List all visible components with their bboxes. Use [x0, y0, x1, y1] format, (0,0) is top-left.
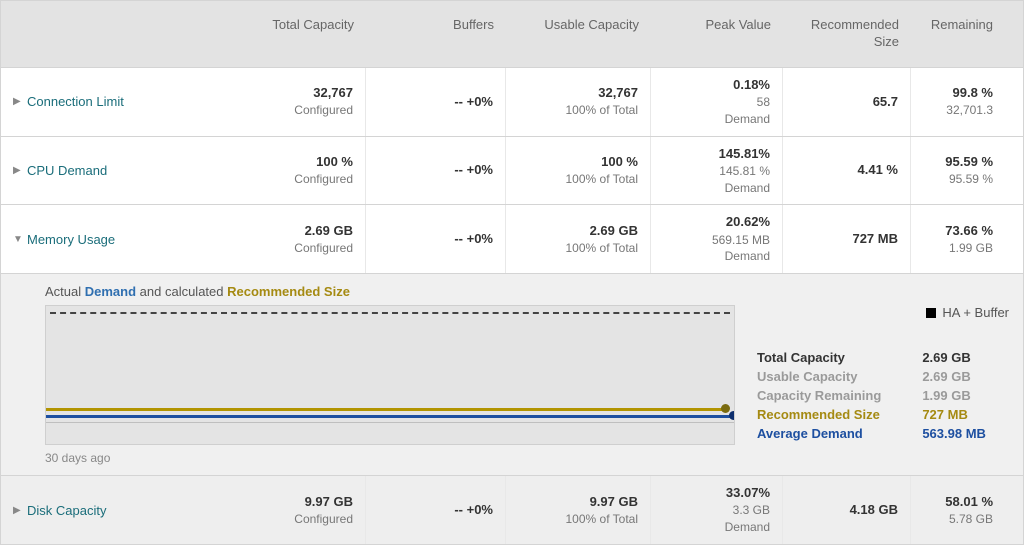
stat-usable-capacity-v: 2.69 GB	[922, 369, 1009, 384]
row-label-disk-capacity[interactable]: ▶ Disk Capacity	[1, 476, 141, 544]
legend-square-icon	[926, 308, 936, 318]
chevron-right-icon: ▶	[13, 165, 23, 176]
stat-average-demand-v: 563.98 MB	[922, 426, 1009, 441]
remaining-val: 5.78 GB	[915, 511, 993, 528]
header-recommended-size-l1: Recommended	[787, 17, 899, 34]
peak-val: 58	[655, 94, 770, 111]
stat-recommended-size-k: Recommended Size	[757, 407, 904, 422]
usable-sub: 100% of Total	[510, 511, 638, 528]
legend-stats: Total Capacity 2.69 GB Usable Capacity 2…	[757, 350, 1009, 441]
header-total-capacity: Total Capacity	[145, 17, 354, 34]
buffers-value: -- +0%	[370, 161, 493, 179]
average-demand-line	[46, 415, 734, 418]
header-recommended-size-l2: Size	[787, 34, 899, 51]
baseline-grey-line	[46, 422, 734, 423]
recommended-value: 4.18 GB	[787, 501, 898, 519]
remaining-pct: 99.8 %	[915, 84, 993, 102]
usable-sub: 100% of Total	[510, 102, 638, 119]
row-label-text: Memory Usage	[27, 232, 115, 247]
stat-capacity-remaining-v: 1.99 GB	[922, 388, 1009, 403]
stat-total-capacity-v: 2.69 GB	[922, 350, 1009, 365]
peak-sub: Demand	[655, 180, 770, 197]
chart-title: Actual Demand and calculated Recommended…	[45, 284, 1009, 299]
row-label-memory-usage[interactable]: ▼ Memory Usage	[1, 205, 141, 273]
chevron-down-icon: ▼	[13, 234, 23, 245]
peak-pct: 0.18%	[655, 76, 770, 94]
usable-sub: 100% of Total	[510, 171, 638, 188]
buffers-value: -- +0%	[370, 93, 493, 111]
recommended-value: 727 MB	[787, 230, 898, 248]
peak-val: 3.3 GB	[655, 502, 770, 519]
chevron-right-icon: ▶	[13, 505, 23, 516]
usable-value: 32,767	[510, 84, 638, 102]
peak-sub: Demand	[655, 248, 770, 265]
ha-buffer-line	[50, 312, 730, 314]
peak-sub: Demand	[655, 519, 770, 536]
remaining-val: 95.59 %	[915, 171, 993, 188]
peak-val: 569.15 MB	[655, 232, 770, 249]
stat-total-capacity-k: Total Capacity	[757, 350, 904, 365]
header-usable-capacity: Usable Capacity	[510, 17, 639, 34]
buffers-value: -- +0%	[370, 230, 493, 248]
title-demand: Demand	[85, 284, 136, 299]
header-buffers: Buffers	[370, 17, 494, 34]
recommended-end-dot-icon	[721, 404, 730, 413]
total-value: 9.97 GB	[145, 493, 353, 511]
stat-capacity-remaining-k: Capacity Remaining	[757, 388, 904, 403]
title-prefix: Actual	[45, 284, 85, 299]
chevron-right-icon: ▶	[13, 96, 23, 107]
total-sub: Configured	[145, 171, 353, 188]
total-value: 100 %	[145, 153, 353, 171]
demand-end-dot-icon	[729, 411, 735, 420]
row-memory-usage[interactable]: ▼ Memory Usage 2.69 GB Configured -- +0%…	[1, 205, 1023, 274]
remaining-pct: 73.66 %	[915, 222, 993, 240]
row-label-text: Connection Limit	[27, 94, 124, 109]
title-mid: and calculated	[136, 284, 227, 299]
buffers-value: -- +0%	[370, 501, 493, 519]
peak-pct: 20.62%	[655, 213, 770, 231]
row-label-text: Disk Capacity	[27, 503, 106, 518]
memory-usage-detail-panel: Actual Demand and calculated Recommended…	[1, 274, 1023, 476]
legend-ha-text: HA + Buffer	[942, 305, 1009, 320]
peak-sub: Demand	[655, 111, 770, 128]
header-remaining: Remaining	[915, 17, 993, 34]
capacity-table: Total Capacity Buffers Usable Capacity P…	[0, 0, 1024, 545]
total-sub: Configured	[145, 240, 353, 257]
remaining-val: 1.99 GB	[915, 240, 993, 257]
chart-x-caption: 30 days ago	[45, 451, 735, 465]
title-recsize: Recommended Size	[227, 284, 350, 299]
usable-value: 100 %	[510, 153, 638, 171]
table-header-row: Total Capacity Buffers Usable Capacity P…	[1, 1, 1023, 68]
total-value: 2.69 GB	[145, 222, 353, 240]
memory-usage-chart	[45, 305, 735, 445]
peak-val: 145.81 %	[655, 163, 770, 180]
usable-value: 9.97 GB	[510, 493, 638, 511]
total-value: 32,767	[145, 84, 353, 102]
recommended-size-line	[46, 408, 726, 411]
header-peak-value: Peak Value	[655, 17, 771, 34]
recommended-value: 4.41 %	[787, 161, 898, 179]
row-label-cpu-demand[interactable]: ▶ CPU Demand	[1, 137, 141, 205]
stat-usable-capacity-k: Usable Capacity	[757, 369, 904, 384]
recommended-value: 65.7	[787, 93, 898, 111]
total-sub: Configured	[145, 102, 353, 119]
peak-pct: 145.81%	[655, 145, 770, 163]
stat-average-demand-k: Average Demand	[757, 426, 904, 441]
remaining-pct: 95.59 %	[915, 153, 993, 171]
remaining-val: 32,701.3	[915, 102, 993, 119]
legend-ha-buffer: HA + Buffer	[757, 305, 1009, 320]
row-label-text: CPU Demand	[27, 163, 107, 178]
row-connection-limit[interactable]: ▶ Connection Limit 32,767 Configured -- …	[1, 68, 1023, 137]
remaining-pct: 58.01 %	[915, 493, 993, 511]
total-sub: Configured	[145, 511, 353, 528]
usable-value: 2.69 GB	[510, 222, 638, 240]
usable-sub: 100% of Total	[510, 240, 638, 257]
row-disk-capacity[interactable]: ▶ Disk Capacity 9.97 GB Configured -- +0…	[1, 476, 1023, 544]
stat-recommended-size-v: 727 MB	[922, 407, 1009, 422]
row-cpu-demand[interactable]: ▶ CPU Demand 100 % Configured -- +0% 100…	[1, 137, 1023, 206]
row-label-connection-limit[interactable]: ▶ Connection Limit	[1, 68, 141, 136]
peak-pct: 33.07%	[655, 484, 770, 502]
